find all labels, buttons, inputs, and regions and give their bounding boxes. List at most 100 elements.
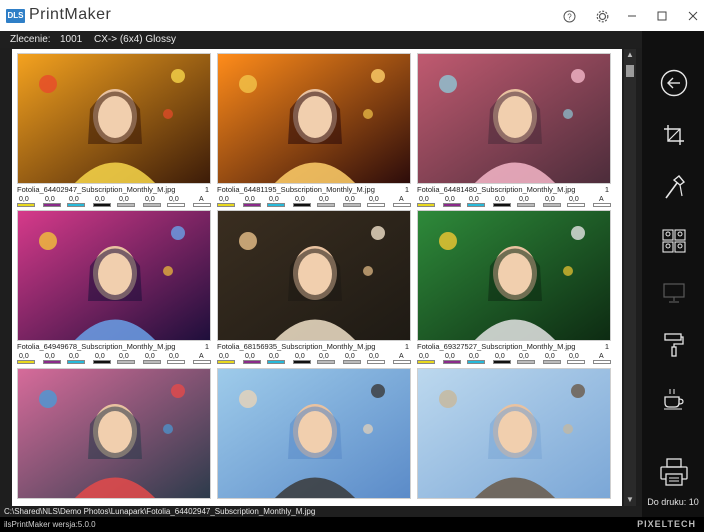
- photo-quantity[interactable]: 1: [405, 342, 409, 352]
- color-swatch: [443, 203, 461, 207]
- printer-icon[interactable]: [659, 457, 689, 487]
- color-swatch: [17, 360, 35, 364]
- photo-thumbnail[interactable]: [217, 210, 411, 341]
- color-swatch: [593, 203, 611, 207]
- color-swatch: [467, 203, 485, 207]
- photo-filename: Fotolia_64402947_Subscription_Monthly_M.…: [17, 185, 211, 195]
- photo-thumbnail[interactable]: [417, 368, 611, 499]
- title-bar: DLS PrintMaker ?: [0, 0, 704, 31]
- photo-quantity[interactable]: 1: [205, 342, 209, 352]
- brand-logo: PIXELTECH: [637, 519, 696, 529]
- color-swatch: [267, 203, 285, 207]
- color-swatch: [517, 203, 535, 207]
- settings-icon[interactable]: [592, 6, 612, 26]
- color-swatch: [517, 360, 535, 364]
- color-swatches: [417, 360, 611, 365]
- photo-thumbnail[interactable]: [17, 368, 211, 499]
- close-icon[interactable]: [683, 6, 703, 26]
- color-swatch: [93, 203, 111, 207]
- color-swatches: [217, 360, 411, 365]
- tool-sidebar: Do druku: 10: [642, 31, 704, 517]
- color-swatch: [143, 203, 161, 207]
- print-count: Do druku: 10: [647, 497, 699, 507]
- monitor-icon[interactable]: [659, 278, 689, 308]
- color-swatch: [543, 203, 561, 207]
- tools-icon[interactable]: [659, 172, 689, 202]
- photo-thumbnail[interactable]: [17, 210, 211, 341]
- order-number: 1001: [60, 34, 83, 45]
- color-swatch: [117, 203, 135, 207]
- color-swatch: [543, 360, 561, 364]
- photo-filename-text: Fotolia_64481480_Subscription_Monthly_M.…: [417, 185, 576, 194]
- color-swatch: [43, 360, 61, 364]
- color-swatch: [493, 203, 511, 207]
- color-swatch: [343, 203, 361, 207]
- color-swatch: [417, 203, 435, 207]
- color-swatch: [217, 203, 235, 207]
- minimize-icon[interactable]: [622, 6, 642, 26]
- photo-thumbnail[interactable]: [417, 210, 611, 341]
- photo-filename-text: Fotolia_64402947_Subscription_Monthly_M.…: [17, 185, 176, 194]
- color-swatch: [43, 203, 61, 207]
- color-swatch: [167, 203, 185, 207]
- svg-text:?: ?: [567, 12, 572, 21]
- scroll-thumb[interactable]: [626, 65, 634, 77]
- photo-filename: Fotolia_64949678_Subscription_Monthly_M.…: [17, 342, 211, 352]
- color-swatch: [293, 203, 311, 207]
- color-swatch: [17, 203, 35, 207]
- color-swatch: [67, 203, 85, 207]
- order-label: Zlecenie:: [10, 34, 51, 45]
- app-title: PrintMaker: [29, 6, 112, 23]
- back-icon[interactable]: [659, 68, 689, 98]
- color-swatch: [317, 203, 335, 207]
- color-swatch: [493, 360, 511, 364]
- app-logo: DLS: [6, 9, 25, 23]
- photo-filename: Fotolia_69327527_Subscription_Monthly_M.…: [417, 342, 611, 352]
- file-path: C:\Shared\NLS\Demo Photos\Lunapark\Fotol…: [0, 506, 642, 517]
- color-swatch: [143, 360, 161, 364]
- color-swatch: [567, 203, 585, 207]
- color-swatch: [467, 360, 485, 364]
- photo-quantity[interactable]: 1: [605, 342, 609, 352]
- photo-thumbnail[interactable]: [217, 53, 411, 184]
- maximize-icon[interactable]: [652, 6, 672, 26]
- faces-icon[interactable]: [659, 226, 689, 256]
- color-swatch: [243, 203, 261, 207]
- color-swatch: [67, 360, 85, 364]
- color-swatches: [17, 203, 211, 208]
- photo-thumbnail[interactable]: [17, 53, 211, 184]
- color-swatch: [267, 360, 285, 364]
- color-swatch: [243, 360, 261, 364]
- photo-thumbnail[interactable]: [417, 53, 611, 184]
- photo-thumbnail[interactable]: [217, 368, 411, 499]
- coffee-icon[interactable]: [659, 383, 689, 413]
- color-swatch: [93, 360, 111, 364]
- color-swatch: [293, 360, 311, 364]
- color-swatches: [17, 360, 211, 365]
- status-bar: ilsPrintMaker wersja:5.0.0 PIXELTECH: [0, 517, 704, 532]
- color-swatch: [193, 203, 211, 207]
- photo-filename-text: Fotolia_64949678_Subscription_Monthly_M.…: [17, 342, 176, 351]
- photo-grid: Fotolia_64402947_Subscription_Monthly_M.…: [12, 49, 622, 506]
- crop-icon[interactable]: [659, 120, 689, 150]
- photo-quantity[interactable]: 1: [205, 185, 209, 195]
- photo-quantity[interactable]: 1: [605, 185, 609, 195]
- help-icon[interactable]: ?: [559, 6, 579, 26]
- scroll-down-icon[interactable]: ▼: [624, 494, 636, 506]
- order-format: CX-> (6x4) Glossy: [94, 34, 176, 45]
- photo-filename: Fotolia_64481480_Subscription_Monthly_M.…: [417, 185, 611, 195]
- color-swatch: [317, 360, 335, 364]
- color-swatch: [417, 360, 435, 364]
- color-swatch: [393, 360, 411, 364]
- color-swatch: [343, 360, 361, 364]
- scroll-up-icon[interactable]: ▲: [624, 49, 636, 61]
- photo-filename-text: Fotolia_64481195_Subscription_Monthly_M.…: [217, 185, 375, 194]
- photo-filename-text: Fotolia_69327527_Subscription_Monthly_M.…: [417, 342, 576, 351]
- photo-filename: Fotolia_64481195_Subscription_Monthly_M.…: [217, 185, 411, 195]
- photo-quantity[interactable]: 1: [405, 185, 409, 195]
- paint-roller-icon[interactable]: [659, 330, 689, 360]
- color-swatches: [417, 203, 611, 208]
- scrollbar[interactable]: ▲ ▼: [624, 49, 636, 506]
- color-swatch: [167, 360, 185, 364]
- color-swatch: [593, 360, 611, 364]
